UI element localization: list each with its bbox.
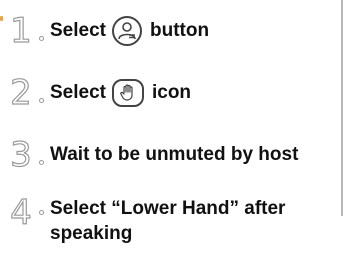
participants-icon xyxy=(111,16,142,46)
step-4: 4 Select “Lower Hand” after speaking xyxy=(6,193,286,246)
step-dot xyxy=(39,97,44,103)
step-number: 1 xyxy=(10,11,33,51)
step-text: button xyxy=(149,20,210,41)
step-2: 2 Select icon xyxy=(6,73,192,113)
step-1: 1 Select button xyxy=(6,11,210,51)
step-number: 4 xyxy=(10,193,33,233)
step-number: 3 xyxy=(10,135,33,175)
instruction-panel: 1 Select button 2 Select icon 3 Wait to … xyxy=(0,0,345,261)
step-3: 3 Wait to be unmuted by host xyxy=(6,135,299,175)
accent-marker xyxy=(0,16,3,21)
step-text: Select xyxy=(50,20,106,41)
step-number: 2 xyxy=(10,73,33,113)
step-text-continued: speaking xyxy=(50,223,133,244)
step-text: Select xyxy=(50,82,106,103)
divider xyxy=(341,0,343,216)
step-text: Wait to be unmuted by host xyxy=(50,144,299,165)
step-dot xyxy=(39,159,44,165)
step-text: icon xyxy=(151,82,192,103)
step-text: Select “Lower Hand” after xyxy=(50,198,286,219)
raise-hand-icon xyxy=(111,79,144,107)
step-dot xyxy=(39,210,44,215)
step-dot xyxy=(39,35,44,41)
